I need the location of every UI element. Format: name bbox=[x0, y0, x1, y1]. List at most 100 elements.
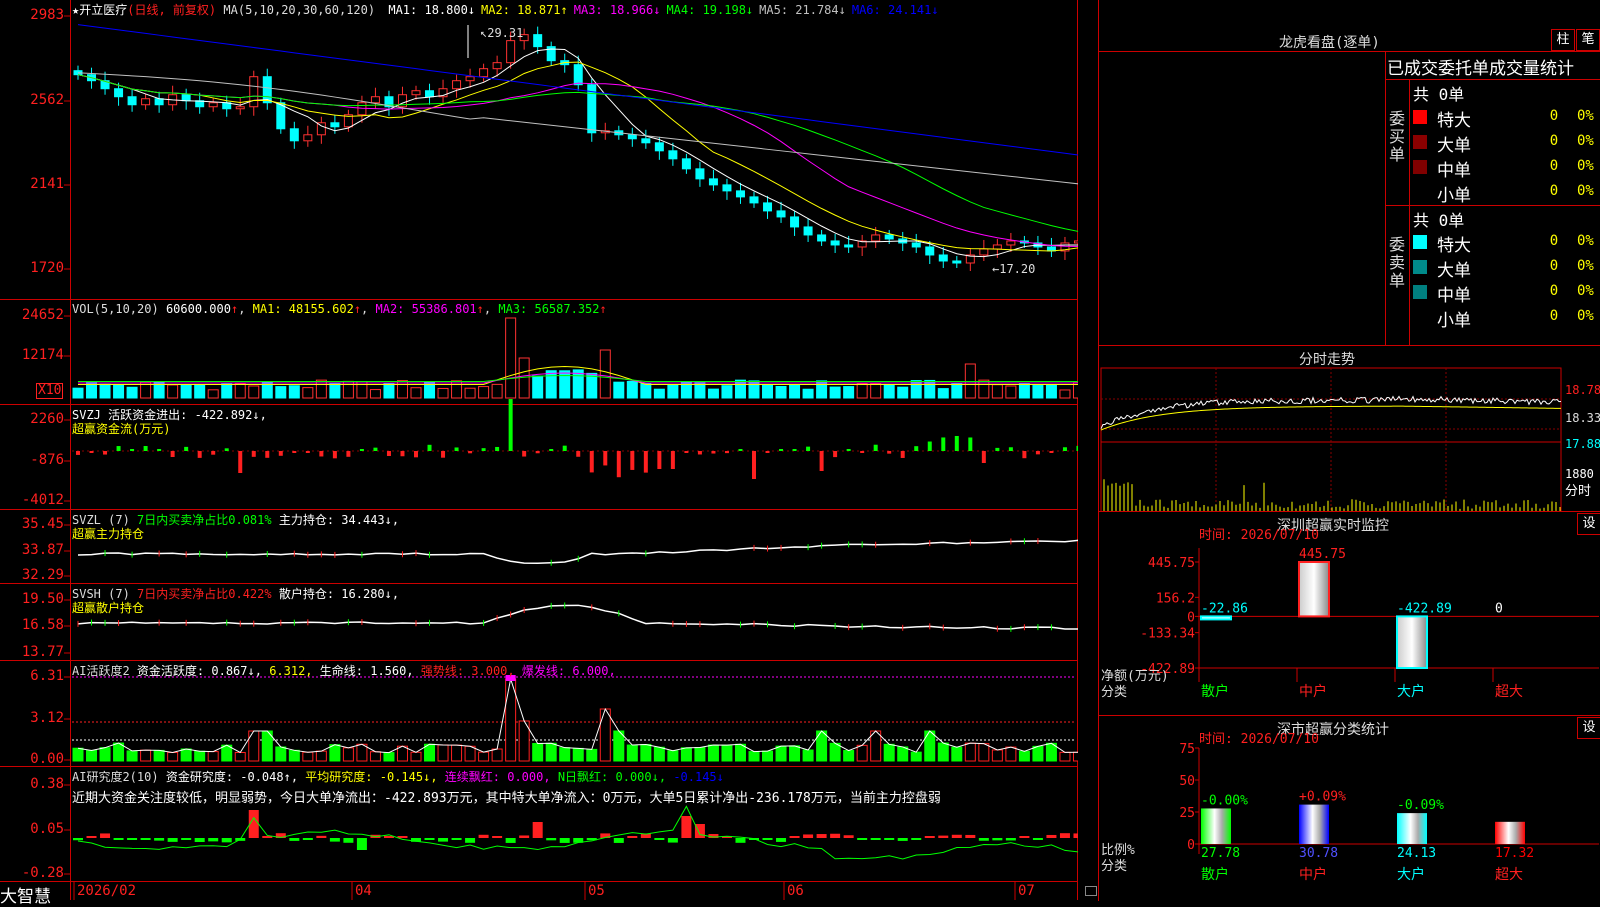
buy-count: 0 bbox=[1549, 133, 1559, 149]
svzj-bar bbox=[373, 447, 378, 451]
lock-icon[interactable] bbox=[1085, 886, 1097, 896]
ai-bar bbox=[491, 748, 503, 762]
bar-view-button[interactable]: 柱 bbox=[1551, 29, 1575, 51]
intraday-panel[interactable]: 分时走势 18.78 18.33 17.88 1880 分时 bbox=[1098, 345, 1600, 512]
volume-bar bbox=[1018, 383, 1030, 399]
ai-bar bbox=[140, 749, 152, 762]
candle-down bbox=[654, 142, 664, 152]
y-tick-label: 16.58 bbox=[21, 617, 64, 633]
ai-bar bbox=[559, 747, 571, 762]
svzj-bar bbox=[346, 451, 351, 457]
ai2-bar bbox=[667, 838, 678, 843]
ai-bar bbox=[356, 743, 368, 762]
x-axis-label: 05 bbox=[588, 883, 605, 899]
x10-badge[interactable]: X10 bbox=[36, 383, 64, 399]
ai2-bar bbox=[73, 838, 83, 841]
ai2-bar bbox=[1019, 836, 1030, 838]
buy-swatch bbox=[1413, 135, 1427, 149]
ai2-bar bbox=[465, 838, 476, 843]
buy-name: 小单 bbox=[1437, 186, 1471, 206]
buy-count: 0 bbox=[1549, 158, 1559, 174]
candle-down bbox=[127, 96, 137, 106]
svzj-bar bbox=[468, 451, 473, 454]
svzj-bar bbox=[684, 451, 689, 453]
volume-bar bbox=[248, 385, 260, 399]
sell-count: 0 bbox=[1549, 283, 1559, 299]
volume-bar bbox=[194, 384, 206, 399]
monitor-bar-0 bbox=[1200, 615, 1232, 621]
volume-bar bbox=[437, 387, 449, 399]
volume-bar bbox=[113, 384, 125, 399]
svzj-bar bbox=[900, 451, 905, 458]
ai2-bar bbox=[762, 838, 773, 840]
svzj-bar bbox=[846, 449, 851, 451]
buy-pct: 0% bbox=[1577, 108, 1594, 124]
volume-bar bbox=[789, 384, 801, 399]
volume-bar bbox=[572, 369, 584, 399]
volume-bar bbox=[1059, 389, 1071, 399]
volume-bar bbox=[1005, 385, 1017, 399]
ai2-bar bbox=[438, 838, 449, 842]
ai2-bar bbox=[451, 838, 462, 840]
volume-bar bbox=[762, 384, 774, 399]
sell-pct: 0% bbox=[1577, 308, 1594, 324]
volume-bar bbox=[707, 388, 719, 399]
ai2-bar bbox=[735, 838, 746, 843]
ai-bar bbox=[86, 749, 98, 762]
ai2-bar bbox=[343, 838, 354, 843]
volume-bar bbox=[383, 383, 395, 399]
ai-bar bbox=[991, 749, 1003, 762]
y-tick-label: 0.00 bbox=[30, 751, 64, 767]
sell-pct: 0% bbox=[1577, 258, 1594, 274]
ai2-bar bbox=[559, 838, 570, 843]
sell-name: 小单 bbox=[1437, 311, 1471, 331]
ai2-bar bbox=[978, 838, 989, 841]
ai2-bar bbox=[221, 838, 232, 843]
classify-y-label: 0 bbox=[1187, 838, 1195, 853]
svzj-bar bbox=[1035, 451, 1040, 455]
ai-bar bbox=[586, 748, 598, 762]
intraday-y-label: 18.33 bbox=[1565, 411, 1600, 425]
buy-count: 0 bbox=[1549, 108, 1559, 124]
svzj-bar bbox=[238, 451, 243, 473]
svzj-bar bbox=[400, 451, 405, 457]
candle-down bbox=[817, 234, 827, 242]
ai-bar bbox=[1005, 746, 1017, 762]
monitor-value-label: 445.75 bbox=[1299, 547, 1346, 562]
ai2-bar bbox=[627, 836, 638, 838]
ai-bar bbox=[410, 751, 422, 762]
total-buy-count: 共 0单 bbox=[1413, 85, 1465, 104]
svzj-bar bbox=[738, 449, 743, 451]
ai-bar bbox=[789, 745, 801, 762]
candle-down bbox=[262, 76, 272, 104]
vol-header: VOL(5,10,20) 60600.000↑, MA1: 48155.602↑… bbox=[72, 302, 607, 316]
ai2-bars bbox=[73, 805, 1078, 860]
y-tick-label: -0.28 bbox=[21, 865, 64, 881]
ai2-bar bbox=[681, 816, 692, 838]
classify-unit: 比例% bbox=[1101, 843, 1135, 858]
ai-bar bbox=[302, 751, 314, 762]
svzj-bar bbox=[806, 446, 811, 451]
ai-bar bbox=[194, 750, 206, 762]
svzj-bar bbox=[941, 437, 946, 451]
volume-bar bbox=[491, 383, 503, 399]
ai-bar bbox=[748, 751, 760, 762]
y-tick-label: -876 bbox=[30, 452, 64, 468]
svzj-bar bbox=[76, 451, 80, 455]
tick-view-button[interactable]: 笔 bbox=[1576, 29, 1600, 51]
volume-bar bbox=[532, 375, 544, 399]
classify-value-label: 30.78 bbox=[1299, 846, 1338, 861]
ai2-bar bbox=[938, 835, 949, 838]
svzj-bar bbox=[1022, 451, 1027, 459]
main-chart-area[interactable] bbox=[0, 0, 1078, 900]
candle-down bbox=[681, 158, 691, 170]
y-tick-label: 2983 bbox=[30, 7, 64, 23]
period-label[interactable]: (日线, 前复权) bbox=[127, 3, 216, 17]
svzj-bar bbox=[292, 451, 297, 453]
candle-down bbox=[627, 134, 637, 140]
svzj-bar bbox=[184, 446, 189, 451]
volume-bar bbox=[180, 384, 192, 399]
intraday-chart[interactable]: 18.78 18.33 17.88 1880 分时 bbox=[1099, 346, 1600, 512]
ma-value-1: MA1: 18.800↓ bbox=[388, 3, 476, 17]
ai-bar bbox=[613, 730, 625, 762]
